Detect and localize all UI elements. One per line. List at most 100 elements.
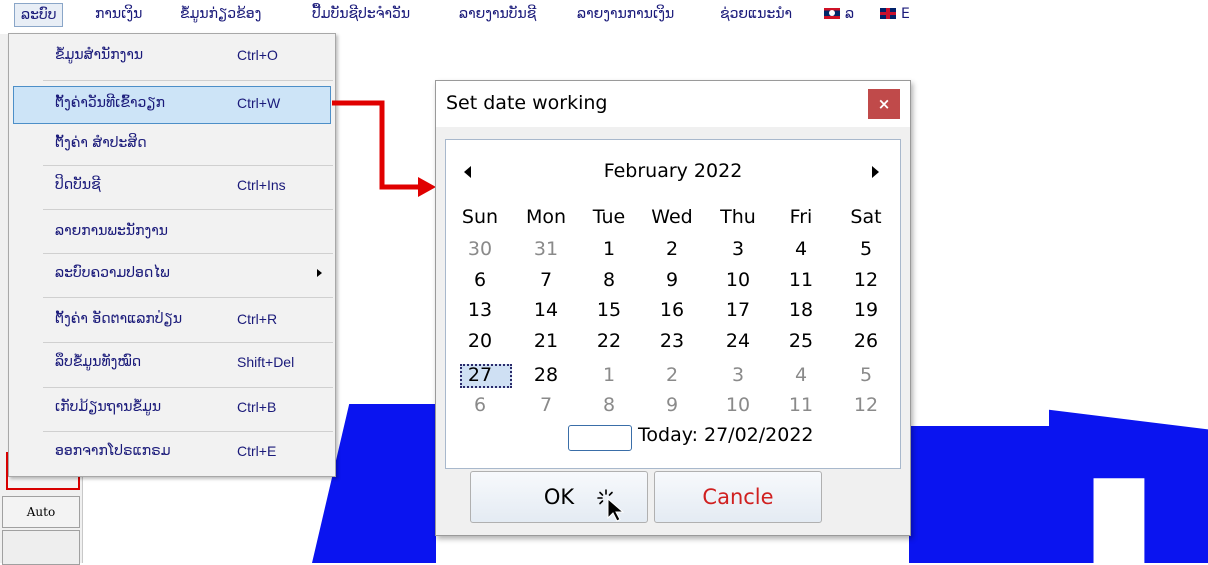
menu-lang-lao[interactable]: ລ [824, 6, 854, 22]
annotation-arrow-icon [332, 100, 436, 197]
calendar-day[interactable]: 28 [516, 362, 576, 388]
lang-lao-label: ລ [845, 6, 855, 22]
calendar-day[interactable]: 9 [642, 267, 702, 293]
menu-item-label: ລຶບຂໍ້ມູນທັງໝົດ [55, 354, 142, 370]
calendar-day[interactable]: 31 [516, 236, 576, 262]
calendar-day[interactable]: 19 [836, 297, 896, 323]
menu-help[interactable]: ຊ່ວຍແນະນຳ [720, 6, 792, 22]
menu-item-close-account[interactable]: ປິດບັນຊີ Ctrl+Ins [9, 168, 335, 206]
calendar-day[interactable]: 27 [450, 362, 510, 388]
menu-separator [43, 165, 333, 166]
menu-item-shortcut: Ctrl+B [237, 399, 277, 415]
calendar-month-title[interactable]: February 2022 [446, 160, 900, 182]
calendar-day[interactable]: 22 [579, 328, 639, 354]
today-link[interactable]: Today: 27/02/2022 [638, 424, 814, 446]
menu-item-office-info[interactable]: ຂໍ້ມູນສຳນັກງານ Ctrl+O [9, 38, 335, 76]
calendar-day[interactable]: 11 [771, 392, 831, 418]
calendar-day[interactable]: 12 [836, 267, 896, 293]
menu-item-delete-all-data[interactable]: ລຶບຂໍ້ມູນທັງໝົດ Shift+Del [9, 345, 335, 383]
close-button[interactable]: × [868, 89, 900, 119]
weekday-label: Sun [461, 206, 499, 228]
next-month-arrow-icon[interactable] [872, 166, 879, 178]
menu-related-data[interactable]: ຂໍ້ມູນກ່ຽວຂ້ອງ [180, 6, 261, 22]
calendar-day[interactable]: 2 [642, 362, 702, 388]
menu-finance[interactable]: ການເງິນ [95, 6, 142, 22]
weekday-label: Sat [850, 206, 882, 228]
calendar-day[interactable]: 9 [642, 392, 702, 418]
calendar-day[interactable]: 3 [708, 362, 768, 388]
system-dropdown-menu: ຂໍ້ມູນສຳນັກງານ Ctrl+O ຕັ້ງຄ່າວັນທີເຂົ້າວຽ… [8, 33, 336, 477]
calendar-day[interactable]: 5 [836, 236, 896, 262]
lang-english-label: E [901, 6, 910, 22]
calendar-day[interactable]: 7 [516, 392, 576, 418]
calendar-day[interactable]: 1 [579, 362, 639, 388]
menu-item-backup-database[interactable]: ເກັບມ້ຽນຖານຂໍ້ມູນ Ctrl+B [9, 390, 335, 428]
calendar-day[interactable]: 1 [579, 236, 639, 262]
menu-item-set-rights[interactable]: ຕັ້ງຄ່າ ສຳປະສິດ [9, 126, 335, 164]
menu-daily-ledger[interactable]: ປື້ມບັນຊີປະຈຳວັນ [312, 6, 410, 22]
calendar-day[interactable]: 26 [836, 328, 896, 354]
menu-item-exchange-rate[interactable]: ຕັ້ງຄ່າ ອັດຕາແລກປ່ຽນ Ctrl+R [9, 302, 335, 340]
menu-account-report[interactable]: ລາຍງານບັນຊີ [459, 6, 536, 22]
calendar-day[interactable]: 4 [771, 362, 831, 388]
menu-item-exit-program[interactable]: ອອກຈາກໂປຣແກຣມ Ctrl+E [9, 434, 335, 472]
menu-item-security-system[interactable]: ລະບົບຄວາມປອດໄພ [9, 256, 335, 294]
calendar-day[interactable]: 5 [836, 362, 896, 388]
weekday-label: Mon [525, 206, 567, 228]
weekday-label: Thu [720, 206, 756, 228]
calendar-day[interactable]: 8 [579, 392, 639, 418]
calendar-day[interactable]: 2 [642, 236, 702, 262]
calendar-day[interactable]: 7 [516, 267, 576, 293]
menu-item-set-working-date[interactable]: ຕັ້ງຄ່າວັນທີເຂົ້າວຽກ Ctrl+W [13, 86, 331, 124]
calendar-day[interactable]: 20 [450, 328, 510, 354]
calendar-day[interactable]: 6 [450, 267, 510, 293]
menu-separator [43, 80, 333, 81]
menu-item-label: ເກັບມ້ຽນຖານຂໍ້ມູນ [55, 399, 162, 415]
menu-lang-english[interactable]: E [880, 6, 910, 22]
weekday-label: Wed [651, 206, 693, 228]
weekday-label: Fri [789, 206, 813, 228]
calendar-day[interactable]: 24 [708, 328, 768, 354]
calendar-day[interactable]: 21 [516, 328, 576, 354]
menu-separator [43, 431, 333, 432]
background-logo-middle [909, 426, 1049, 563]
menu-item-shortcut: Ctrl+W [237, 95, 281, 111]
calendar-day[interactable]: 4 [771, 236, 831, 262]
menu-item-label: ຕັ້ງຄ່າ ອັດຕາແລກປ່ຽນ [55, 311, 183, 327]
menu-separator [43, 297, 333, 298]
left-panel-button[interactable] [2, 530, 80, 565]
menu-item-shortcut: Ctrl+E [237, 443, 277, 459]
calendar-day[interactable]: 8 [579, 267, 639, 293]
calendar-day[interactable]: 25 [771, 328, 831, 354]
calendar-day[interactable]: 13 [450, 297, 510, 323]
submenu-arrow-icon [317, 269, 322, 277]
calendar-day[interactable]: 17 [708, 297, 768, 323]
menu-item-shortcut: Ctrl+Ins [237, 177, 286, 193]
calendar-day[interactable]: 10 [708, 392, 768, 418]
calendar-day[interactable]: 12 [836, 392, 896, 418]
calendar-day[interactable]: 3 [708, 236, 768, 262]
menu-separator [43, 209, 333, 210]
menu-system[interactable]: ລະບົບ [14, 3, 64, 27]
auto-button[interactable]: Auto [2, 496, 80, 528]
today-marker-icon [568, 425, 632, 451]
calendar-day[interactable]: 10 [708, 267, 768, 293]
calendar-day[interactable]: 11 [771, 267, 831, 293]
menu-item-shortcut: Ctrl+O [237, 47, 278, 63]
calendar-day[interactable]: 16 [642, 297, 702, 323]
calendar-day[interactable]: 14 [516, 297, 576, 323]
background-logo-right [1049, 409, 1208, 563]
calendar-day[interactable]: 30 [450, 236, 510, 262]
menu-bar: ລະບົບ ການເງິນ ຂໍ້ມູນກ່ຽວຂ້ອງ ປື້ມບັນຊີປະ… [0, 0, 1208, 32]
calendar-day[interactable]: 23 [642, 328, 702, 354]
menu-finance-report[interactable]: ລາຍງານການເງິນ [577, 6, 674, 22]
uk-flag-icon [880, 8, 896, 19]
close-icon: × [877, 95, 891, 113]
calendar-day[interactable]: 6 [450, 392, 510, 418]
menu-separator [43, 253, 333, 254]
menu-item-employee-list[interactable]: ລາຍການພະນັກງານ [9, 214, 335, 252]
cancel-button[interactable]: Cancle [654, 471, 822, 523]
calendar-day[interactable]: 18 [771, 297, 831, 323]
calendar-day[interactable]: 15 [579, 297, 639, 323]
menu-item-label: ຂໍ້ມູນສຳນັກງານ [55, 47, 144, 63]
